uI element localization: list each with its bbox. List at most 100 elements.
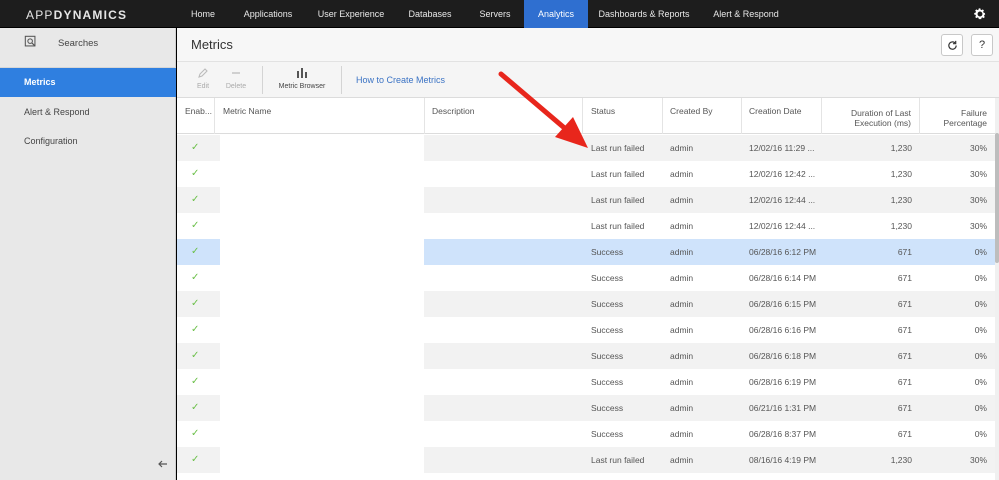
refresh-button[interactable]	[941, 34, 963, 56]
duration-cell: 671	[897, 299, 912, 309]
help-button[interactable]: ?	[971, 34, 993, 56]
failure-percentage-cell: 30%	[969, 221, 987, 231]
minus-icon	[232, 72, 240, 74]
column-creation-date[interactable]: Creation Date	[742, 98, 822, 134]
nav-home[interactable]: Home	[178, 0, 228, 28]
table-row[interactable]: ✓ Last run failed admin 12/02/16 12:44 ... 1…	[177, 187, 995, 213]
created-by-cell: admin	[670, 195, 694, 205]
nav-databases[interactable]: Databases	[400, 0, 460, 28]
status-cell: Success	[591, 377, 624, 387]
enabled-check-icon: ✓	[191, 246, 200, 257]
status-cell: Success	[591, 299, 624, 309]
main-content: Metrics ? Edit Delete Metric Browser How…	[177, 28, 999, 480]
created-by-cell: admin	[670, 325, 694, 335]
table-row[interactable]: ✓ Success admin 06/28/16 6:16 PM 671 0%	[177, 317, 995, 343]
enabled-check-icon: ✓	[191, 428, 200, 439]
table-row[interactable]: ✓ Last run failed admin 12/02/16 12:44 ... 1…	[177, 213, 995, 239]
column-failure-line1: Failure	[961, 108, 987, 118]
appdynamics-logo[interactable]: APPDYNAMICS	[26, 8, 127, 22]
table-row[interactable]: ✓ Success admin 06/28/16 6:18 PM 671 0%	[177, 343, 995, 369]
failure-percentage-cell: 0%	[974, 429, 987, 439]
gear-icon[interactable]	[973, 7, 987, 21]
duration-cell: 671	[897, 377, 912, 387]
edit-label: Edit	[196, 83, 210, 90]
nav-alert-respond[interactable]: Alert & Respond	[708, 0, 784, 28]
logo-text-light: APP	[26, 8, 54, 22]
table-row[interactable]: ✓ Success admin 06/28/16 8:37 PM 671 0%	[177, 421, 995, 447]
redacted-metric-name	[220, 213, 424, 239]
enabled-check-icon: ✓	[191, 194, 200, 205]
nav-servers[interactable]: Servers	[470, 0, 520, 28]
table-row[interactable]: ✓ Success admin 06/28/16 6:15 PM 671 0%	[177, 291, 995, 317]
edit-button[interactable]: Edit	[191, 67, 215, 90]
failure-percentage-cell: 0%	[974, 351, 987, 361]
redacted-metric-name	[220, 317, 424, 343]
column-description[interactable]: Description	[425, 98, 583, 134]
enabled-check-icon: ✓	[191, 402, 200, 413]
failure-percentage-cell: 0%	[974, 377, 987, 387]
nav-dashboards-reports[interactable]: Dashboards & Reports	[594, 0, 694, 28]
column-duration[interactable]: Duration of Last Execution (ms)	[822, 98, 920, 134]
status-cell: Last run failed	[591, 195, 645, 205]
creation-date-cell: 06/28/16 6:12 PM	[749, 247, 817, 257]
toolbar-divider	[262, 66, 263, 94]
nav-user-experience[interactable]: User Experience	[310, 0, 392, 28]
sidebar-item-configuration[interactable]: Configuration	[0, 127, 176, 156]
creation-date-cell: 12/02/16 12:44 ...	[749, 221, 816, 231]
sidebar: Searches Metrics Alert & Respond Configu…	[0, 28, 176, 480]
table-header: Enab... Metric Name Description Status C…	[177, 98, 995, 134]
how-to-create-metrics-link[interactable]: How to Create Metrics	[356, 75, 445, 85]
column-metric-name[interactable]: Metric Name	[215, 98, 425, 134]
sidebar-item-alert-respond[interactable]: Alert & Respond	[0, 98, 176, 127]
nav-analytics[interactable]: Analytics	[524, 0, 588, 28]
status-cell: Success	[591, 325, 624, 335]
status-cell: Success	[591, 273, 624, 283]
redacted-metric-name	[220, 239, 424, 265]
table-row[interactable]: ✓ Success admin 06/28/16 6:19 PM 671 0%	[177, 369, 995, 395]
duration-cell: 1,230	[890, 221, 912, 231]
failure-percentage-cell: 0%	[974, 247, 987, 257]
table-row[interactable]: ✓ Last run failed admin 12/02/16 12:42 ... 1…	[177, 161, 995, 187]
redacted-metric-name	[220, 187, 424, 213]
creation-date-cell: 06/21/16 1:31 PM	[749, 403, 817, 413]
column-failure-percentage[interactable]: Failure Percentage	[920, 98, 995, 134]
failure-percentage-cell: 0%	[974, 325, 987, 335]
failure-percentage-cell: 0%	[974, 273, 987, 283]
redacted-metric-name	[220, 369, 424, 395]
page-title: Metrics	[191, 37, 233, 52]
table-row[interactable]: ✓ Success admin 06/21/16 1:31 PM 671 0%	[177, 395, 995, 421]
status-cell: Last run failed	[591, 221, 645, 231]
searches-label: Searches	[58, 38, 99, 49]
column-duration-line1: Duration of Last	[850, 108, 911, 118]
sidebar-item-metrics[interactable]: Metrics	[0, 68, 176, 97]
creation-date-cell: 06/28/16 6:16 PM	[749, 325, 817, 335]
column-created-by[interactable]: Created By	[663, 98, 742, 134]
created-by-cell: admin	[670, 221, 694, 231]
column-status[interactable]: Status	[583, 98, 663, 134]
status-cell: Success	[591, 429, 624, 439]
table-row[interactable]: ✓ Success admin 06/28/16 6:14 PM 671 0%	[177, 265, 995, 291]
table-row[interactable]: ✓ Success admin 06/28/16 6:12 PM 671 0%	[177, 239, 995, 265]
enabled-check-icon: ✓	[191, 168, 200, 179]
created-by-cell: admin	[670, 377, 694, 387]
created-by-cell: admin	[670, 455, 694, 465]
metric-browser-button[interactable]: Metric Browser	[275, 67, 329, 90]
column-enabled[interactable]: Enab...	[177, 98, 215, 134]
duration-cell: 671	[897, 351, 912, 361]
column-duration-line2: Execution (ms)	[854, 118, 911, 128]
enabled-check-icon: ✓	[191, 220, 200, 231]
creation-date-cell: 06/28/16 6:18 PM	[749, 351, 817, 361]
vertical-scrollbar[interactable]	[995, 98, 999, 480]
creation-date-cell: 12/02/16 12:44 ...	[749, 195, 816, 205]
creation-date-cell: 12/02/16 11:29 ...	[749, 143, 815, 153]
searches-item[interactable]: Searches	[0, 28, 176, 68]
table-row[interactable]: ✓ Last run failed admin 12/02/16 11:29 ... 1…	[177, 135, 995, 161]
nav-applications[interactable]: Applications	[234, 0, 302, 28]
duration-cell: 671	[897, 429, 912, 439]
table-row[interactable]: ✓ Last run failed admin 08/16/16 4:19 PM 1,2…	[177, 447, 995, 473]
scrollbar-thumb[interactable]	[995, 133, 999, 263]
creation-date-cell: 06/28/16 8:37 PM	[749, 429, 817, 439]
failure-percentage-cell: 0%	[974, 403, 987, 413]
collapse-sidebar-icon[interactable]	[157, 458, 169, 470]
delete-button[interactable]: Delete	[223, 67, 249, 90]
